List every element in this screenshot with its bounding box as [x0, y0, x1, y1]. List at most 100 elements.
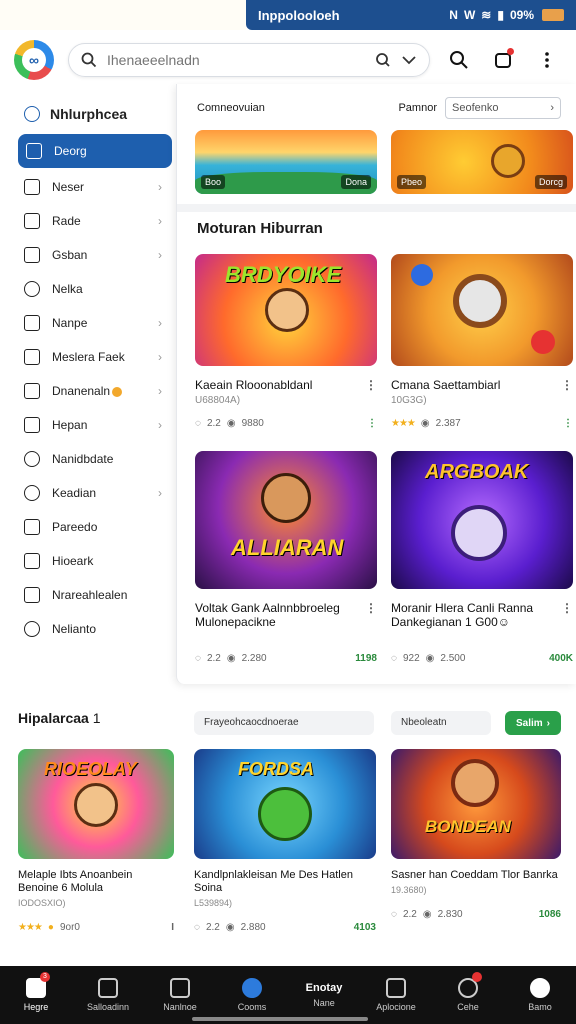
search-input[interactable] [107, 52, 365, 68]
message-icon [24, 519, 40, 535]
rating-icon: ◌ [194, 922, 200, 933]
sidebar-item-6[interactable]: Nanpe › [0, 306, 176, 340]
nav-label: Nane [313, 998, 335, 1008]
nav-label: Bamo [528, 1002, 552, 1012]
rating-icon: ◌ [195, 653, 201, 664]
app-logo[interactable]: ∞ [14, 40, 54, 80]
banner-tag: Pbeo [397, 175, 427, 189]
chevron-down-icon[interactable] [401, 52, 417, 68]
comment-icon: ◉ [226, 418, 236, 429]
nav-alerts[interactable]: Cehe [432, 966, 504, 1024]
voice-search-icon[interactable] [375, 52, 391, 68]
game-card[interactable]: ALLIARAN Voltak Gank Aalnnbbroeleg Mulon… [195, 451, 377, 664]
document-icon [24, 213, 40, 229]
sidebar-item-8[interactable]: Dnanenaln › [0, 374, 176, 408]
sidebar-item-7[interactable]: Meslera Faek › [0, 340, 176, 374]
banner-tag: Dorcg [534, 175, 567, 189]
sidebar-item-13[interactable]: Hioeark [0, 544, 176, 578]
game-art-title: ALLIARAN [231, 535, 344, 560]
sidebar-item-5[interactable]: Nelka [0, 272, 176, 306]
more-vert-icon[interactable]: ⋮ [365, 378, 377, 392]
sidebar-item-3[interactable]: Rade › [0, 204, 176, 238]
sidebar-item-11[interactable]: Keadian › [0, 476, 176, 510]
orb-graphic [411, 264, 433, 286]
game-card[interactable]: BONDEAN Sasner han Coeddam Tlor Banrka 1… [391, 749, 561, 920]
more-icon[interactable]: ⋮ [367, 418, 377, 429]
banner-tag: Boo [201, 175, 226, 189]
game-title-text: Moranir Hlera Canli Ranna Dankegianan 1 … [391, 601, 534, 629]
nav-center[interactable]: Enotay Nane [288, 966, 360, 1024]
sidebar-item-2[interactable]: Neser › [0, 170, 176, 204]
section-label: Comneovuian [197, 102, 265, 114]
game-meta: ◌ 2.2 ◉ 9880 ⋮ [195, 418, 377, 429]
game-card[interactable]: RIOEOLAY Melaple Ibts Anoanbein Benoine … [18, 749, 174, 933]
nav-label: Salloadinn [86, 1002, 130, 1012]
coin-icon: ● [47, 922, 54, 933]
sidebar-item-label: Deorg [54, 144, 87, 158]
sidebar-item-10[interactable]: Nanidbdate [0, 442, 176, 476]
game-card[interactable]: Cmana Saettambiarl ⋮ 10G3G) ★★★ ◉ 2.387 ⋮ [391, 254, 573, 429]
more-icon[interactable]: ⋮ [563, 418, 573, 429]
sidebar-header[interactable]: Nhlurphcea [0, 96, 176, 132]
more-vert-icon[interactable] [532, 45, 562, 75]
character-graphic [265, 288, 309, 332]
game-card[interactable]: BRDYOIKE Kaeain Rlooonabldanl ⋮ U68804A) … [195, 254, 377, 429]
game-meta: ◌ 2.2 ◉ 2.880 4103 [194, 922, 376, 933]
banner-beach[interactable]: Boo Dona [195, 130, 377, 194]
nav-categories[interactable]: Salloadinn [72, 966, 144, 1024]
nav-home[interactable]: 3 Hegre [0, 966, 72, 1024]
nav-games[interactable]: Cooms [216, 966, 288, 1024]
filter-button[interactable]: Salim › [505, 711, 561, 735]
chevron-right-icon: › [158, 486, 162, 500]
sidebar-item-4[interactable]: Gsban › [0, 238, 176, 272]
chevron-right-icon: › [546, 717, 551, 729]
people-icon [24, 485, 40, 501]
lower-count: 1 [92, 710, 101, 726]
game-card[interactable]: FORDSA Kandlpnlakleisan Me Des Hatlen So… [194, 749, 376, 933]
sort-value: Seofenko [452, 102, 499, 114]
filter-pill[interactable]: Frayeohcaocdnoerae [194, 711, 374, 735]
home-icon [24, 179, 40, 195]
status-icons: N W ≋ ▮ 09% [449, 8, 564, 22]
nav-badge: 3 [40, 972, 50, 982]
stat-value: 9880 [241, 418, 264, 429]
nav-profile[interactable]: Bamo [504, 966, 576, 1024]
game-art-title: FORDSA [238, 759, 314, 779]
sidebar-item-label: Nelka [52, 282, 83, 296]
top-bar: ∞ [0, 30, 576, 90]
score-value: 1198 [355, 653, 377, 664]
more-vert-icon[interactable]: ⋮ [365, 601, 377, 629]
warning-icon [112, 386, 123, 397]
game-title: Moranir Hlera Canli Ranna Dankegianan 1 … [391, 601, 573, 629]
game-meta: ◌ 2.2 ◉ 2.830 1086 [391, 909, 561, 920]
game-thumbnail: FORDSA [194, 749, 376, 859]
nav-library[interactable]: Nanlnoe [144, 966, 216, 1024]
search-button[interactable] [444, 45, 474, 75]
sidebar-item-9[interactable]: Hepan › [0, 408, 176, 442]
section-title: Moturan Hiburran [197, 220, 323, 237]
search-box[interactable] [68, 43, 430, 77]
sort-label: Pamnor [398, 102, 437, 114]
sidebar-item-12[interactable]: Pareedo [0, 510, 176, 544]
sidebar-item-label: Nanidbdate [52, 452, 114, 466]
filter-pill[interactable]: Nbeoleatn [391, 711, 491, 735]
notification-icon[interactable] [488, 45, 518, 75]
more-vert-icon[interactable]: ⋮ [561, 378, 573, 392]
sidebar-item-1[interactable]: Deorg [18, 134, 172, 168]
stat-value: 2.2 [206, 418, 221, 429]
banner-candy[interactable]: Pbeo Dorcg [391, 130, 573, 194]
compass-icon [530, 978, 550, 998]
game-art-title: RIOEOLAY [44, 759, 137, 779]
more-vert-icon[interactable]: ⋮ [561, 601, 573, 629]
star-rating-icon: ★★★ [18, 922, 43, 933]
sidebar-item-15[interactable]: Nelianto [0, 612, 176, 646]
game-card[interactable]: ARGBOAK Moranir Hlera Canli Ranna Dankeg… [391, 451, 573, 664]
compass-icon [24, 106, 40, 122]
sort-select[interactable]: Seofenko › [445, 97, 561, 119]
nav-apps[interactable]: Aplocione [360, 966, 432, 1024]
stat-value: 2.2 [402, 909, 417, 920]
game-title-text: Voltak Gank Aalnnbbroeleg Mulonepacikne [195, 601, 340, 629]
sidebar-item-14[interactable]: Nrareahlealen [0, 578, 176, 612]
game-subtitle: 19.3680) [391, 885, 427, 895]
comment-icon: ◉ [225, 922, 235, 933]
